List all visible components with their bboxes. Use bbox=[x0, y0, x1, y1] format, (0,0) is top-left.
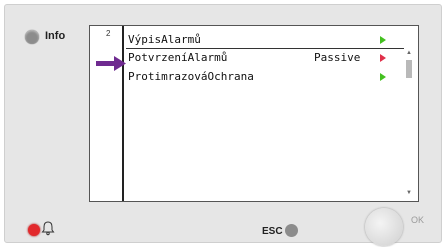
lcd-screen: 2 VýpisAlarmů PotvrzeníAlarmů Passive Pr… bbox=[89, 25, 419, 202]
menu-item-frost-protection[interactable]: ProtimrazováOchrana bbox=[126, 69, 406, 85]
esc-label: ESC bbox=[262, 226, 283, 237]
menu-item-value: Passive bbox=[314, 51, 361, 64]
bell-icon[interactable] bbox=[41, 220, 55, 236]
scroll-thumb[interactable] bbox=[406, 60, 412, 78]
ok-label: OK bbox=[411, 215, 425, 225]
hmi-panel: Info 2 VýpisAlarmů PotvrzeníAlarmů Passi… bbox=[4, 4, 442, 246]
menu-title: VýpisAlarmů bbox=[128, 33, 201, 46]
menu-item-label: ProtimrazováOchrana bbox=[128, 70, 254, 83]
go-icon bbox=[380, 73, 386, 81]
scroll-up-icon[interactable]: ▲ bbox=[406, 50, 412, 56]
selection-arrow-icon bbox=[96, 56, 126, 71]
go-icon-red bbox=[380, 54, 386, 62]
esc-button[interactable] bbox=[285, 224, 298, 237]
info-label: Info bbox=[45, 30, 66, 42]
screen-gutter: 2 bbox=[90, 26, 124, 201]
info-button[interactable] bbox=[25, 30, 39, 44]
menu-item-alarm-ack[interactable]: PotvrzeníAlarmů Passive bbox=[126, 50, 406, 66]
menu-item-label: PotvrzeníAlarmů bbox=[128, 51, 228, 64]
scrollbar[interactable]: ▲ ▼ bbox=[404, 50, 414, 200]
ok-button[interactable] bbox=[365, 208, 403, 246]
scroll-down-icon[interactable]: ▼ bbox=[406, 190, 412, 196]
menu-header: VýpisAlarmů bbox=[126, 32, 406, 48]
go-icon bbox=[380, 36, 386, 44]
alarm-led bbox=[28, 224, 40, 236]
menu-level: 2 bbox=[106, 29, 111, 38]
header-divider bbox=[126, 48, 404, 49]
